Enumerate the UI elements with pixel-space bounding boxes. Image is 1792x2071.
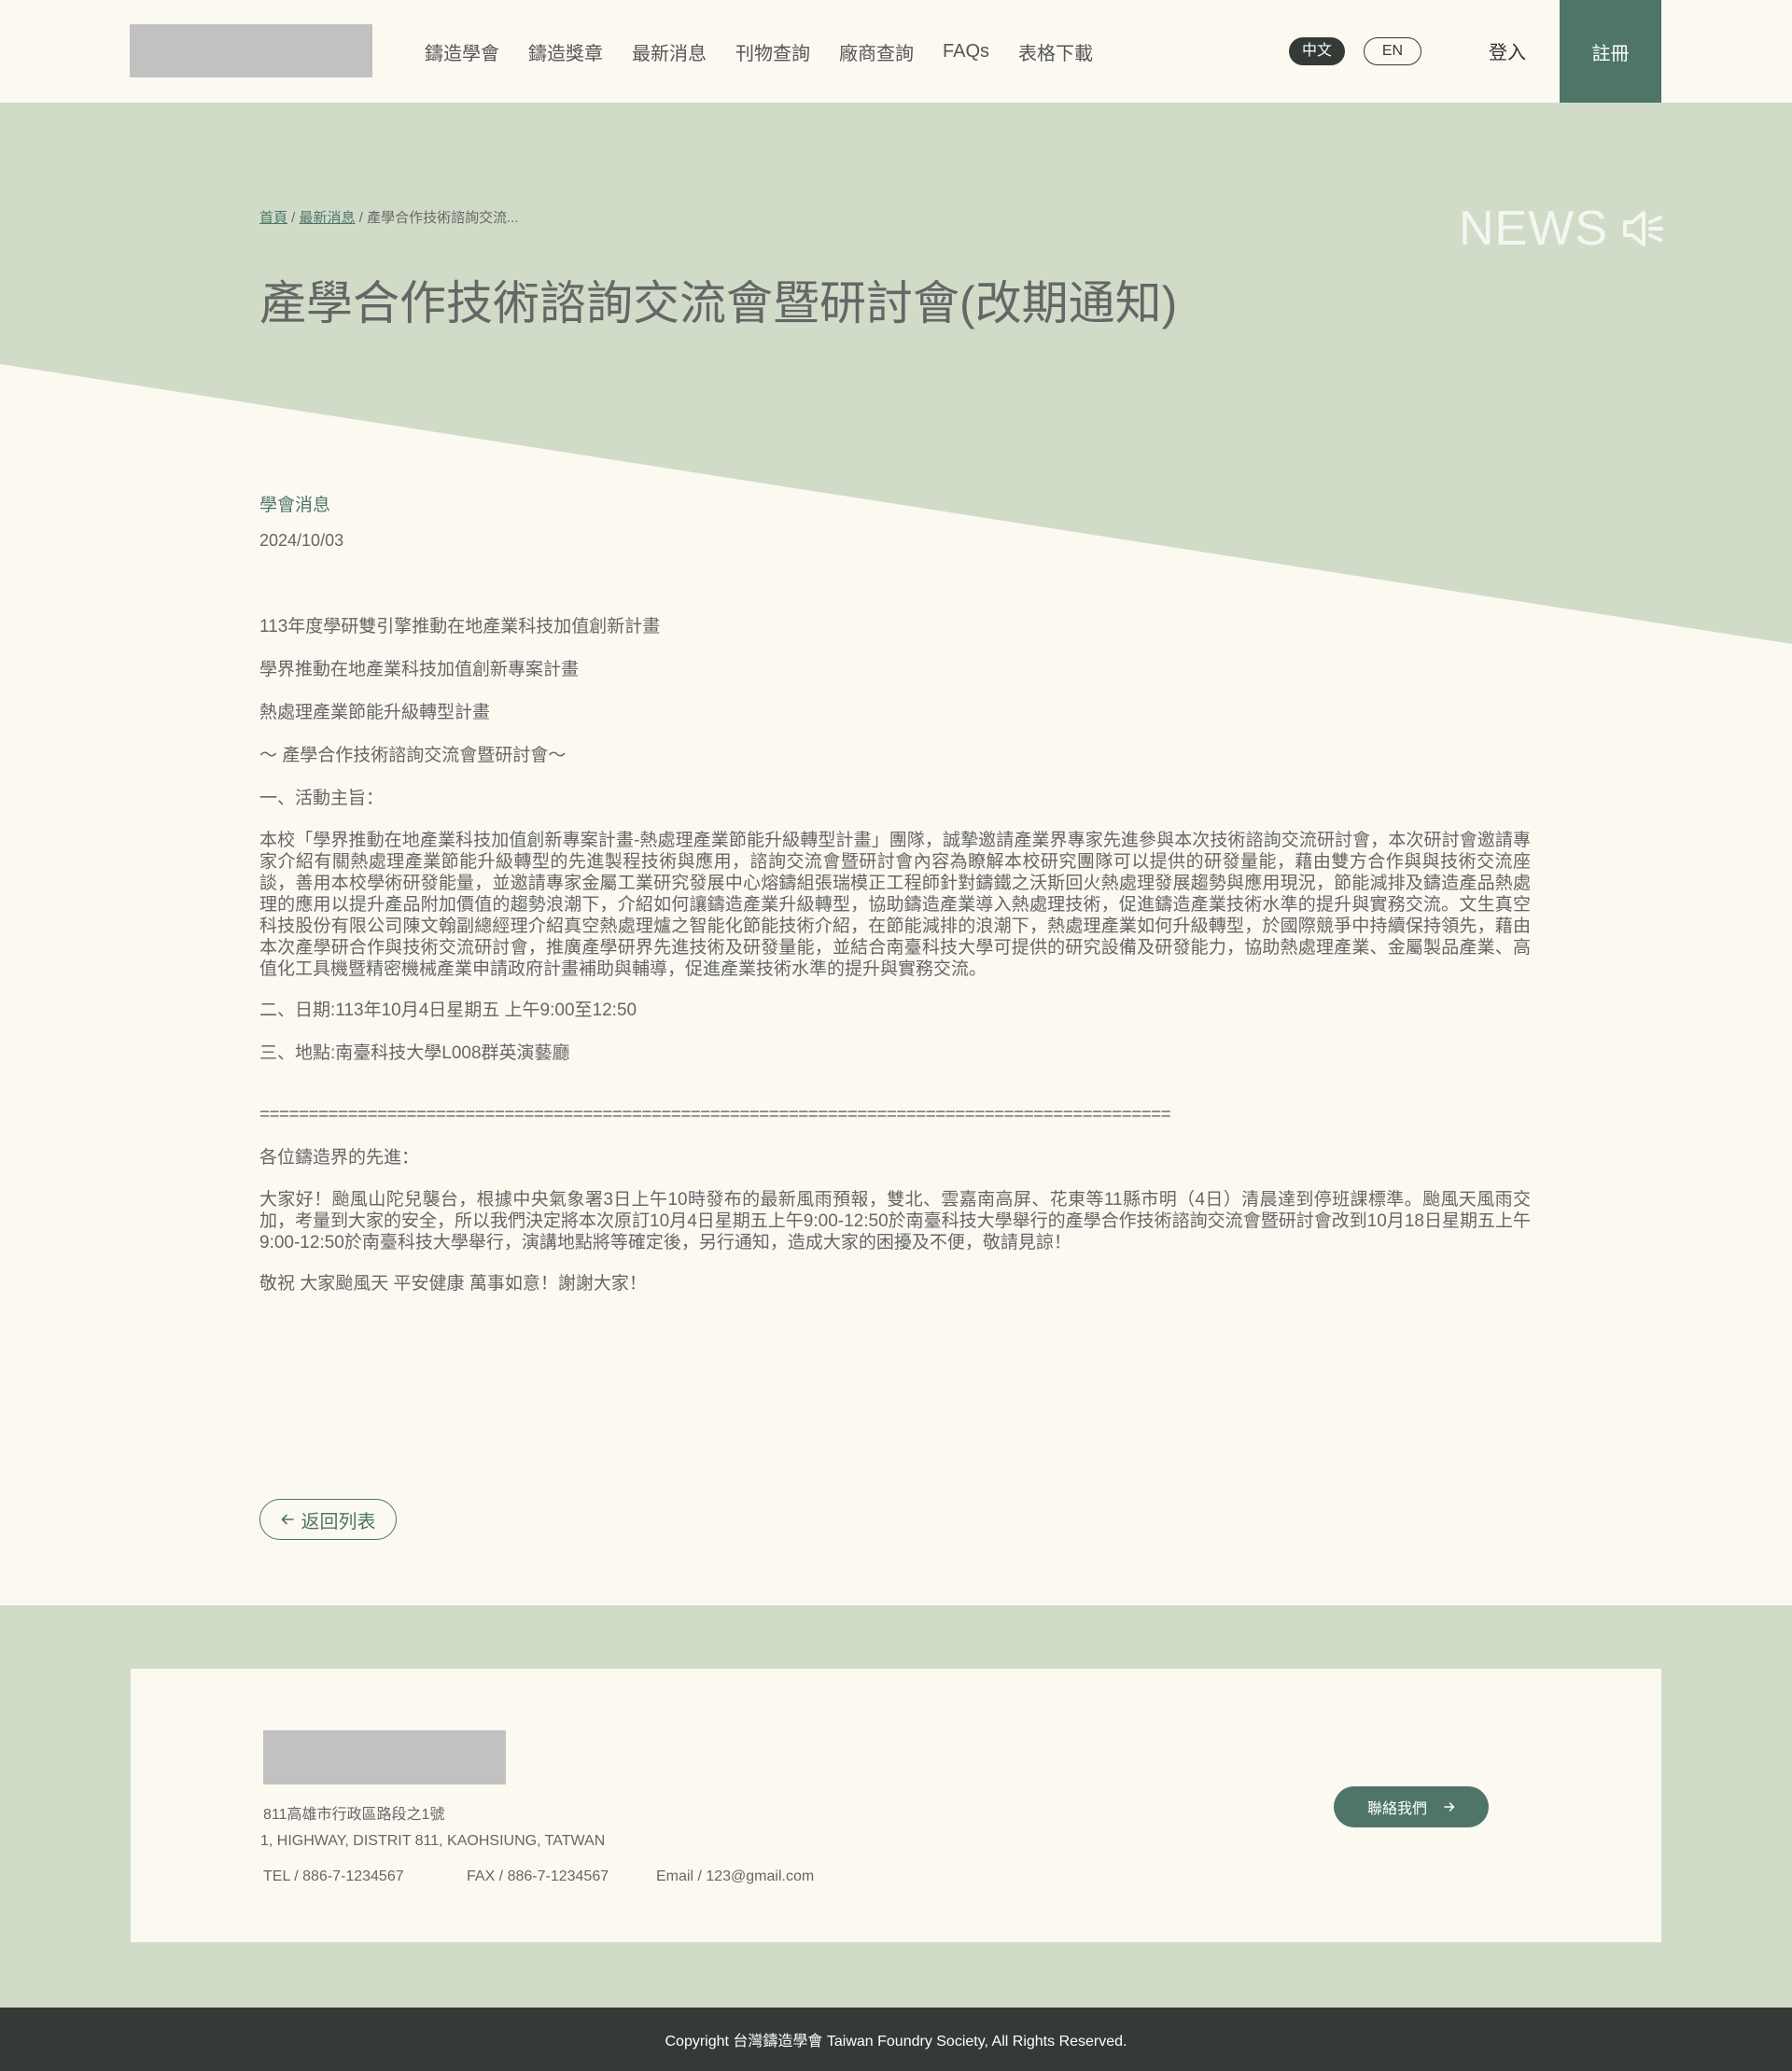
footer-fax: FAX / 886-7-1234567: [467, 1868, 609, 1884]
arrow-right-icon: [1444, 1802, 1455, 1812]
page-title: 產學合作技術諮詢交流會暨研討會(改期通知): [259, 277, 1178, 329]
copyright-bar: Copyright 台灣鑄造學會 Taiwan Foundry Society,…: [0, 2008, 1792, 2071]
nav-item-society[interactable]: 鑄造學會: [425, 38, 499, 65]
article-closing: 敬祝 大家颱風天 平安健康 萬事如意！謝謝大家！: [259, 1274, 647, 1294]
article-line: 113年度學研雙引擎推動在地產業科技加值創新計畫: [259, 617, 661, 637]
footer-card: 811高雄市行政區路段之1號 1, HIGHWAY, DISTRIT 811, …: [131, 1669, 1661, 1942]
arrow-left-icon: [281, 1514, 294, 1525]
article-place-line: 三、地點:南臺科技大學L008群英演藝廳: [259, 1043, 570, 1063]
nav-item-news[interactable]: 最新消息: [632, 38, 707, 65]
article-date: 2024/10/03: [259, 531, 344, 550]
nav-item-forms[interactable]: 表格下載: [1018, 38, 1093, 65]
copyright-text: Copyright 台灣鑄造學會 Taiwan Foundry Society,…: [665, 2034, 1127, 2050]
breadcrumb-separator: /: [287, 210, 300, 226]
footer-email[interactable]: Email / 123@gmail.com: [656, 1868, 814, 1885]
lang-en-button[interactable]: EN: [1364, 37, 1421, 65]
footer-address-en: 1, HIGHWAY, DISTRIT 811, KAOHSIUNG, TATW…: [260, 1833, 606, 1849]
footer-logo[interactable]: [263, 1730, 506, 1784]
breadcrumb-news[interactable]: 最新消息: [300, 210, 356, 226]
article-divider: ========================================…: [259, 1105, 1171, 1125]
article-purpose-paragraph: 本校「學界推動在地產業科技加值創新專案計畫-熱處理產業節能升級轉型計畫」團隊，誠…: [259, 831, 1531, 979]
register-button[interactable]: 註冊: [1560, 0, 1661, 103]
breadcrumb-home[interactable]: 首頁: [259, 210, 287, 226]
article-body: 113年度學研雙引擎推動在地產業科技加值創新計畫 學界推動在地產業科技加值創新專…: [259, 615, 1531, 1315]
news-watermark-text: NEWS: [1459, 202, 1608, 256]
footer-tel: TEL / 886-7-1234567: [263, 1868, 404, 1884]
speaker-mute-icon: [1623, 211, 1663, 246]
contact-us-label: 聯絡我們: [1366, 1801, 1427, 1817]
breadcrumb-current: 產學合作技術諮詢交流...: [367, 210, 519, 226]
article-greeting: 各位鑄造界的先進：: [259, 1148, 420, 1168]
article-line: ～ 產學合作技術諮詢交流會暨研討會～: [259, 746, 567, 765]
contact-us-button[interactable]: 聯絡我們: [1334, 1786, 1489, 1827]
footer-address-zh: 811高雄市行政區路段之1號: [263, 1807, 445, 1823]
article-date-line: 二、日期:113年10月4日星期五 上午9:00至12:50: [259, 1001, 637, 1020]
article-line: 一、活動主旨：: [259, 789, 385, 808]
article-line: 學界推動在地產業科技加值創新專案計畫: [259, 660, 580, 679]
hero-band: [0, 103, 1792, 644]
site-header: 鑄造學會 鑄造獎章 最新消息 刊物查詢 廠商查詢 FAQs 表格下載 中文 EN…: [0, 0, 1792, 103]
breadcrumb: 首頁 / 最新消息 / 產學合作技術諮詢交流...: [259, 207, 519, 227]
nav-item-medal[interactable]: 鑄造獎章: [528, 38, 603, 65]
back-to-list-button[interactable]: 返回列表: [259, 1499, 397, 1540]
nav-item-vendors[interactable]: 廠商查詢: [839, 38, 914, 65]
article-category: 學會消息: [259, 496, 331, 515]
login-link[interactable]: 登入: [1489, 37, 1526, 64]
article-line: 熱處理產業節能升級轉型計畫: [259, 703, 491, 722]
lang-zh-button[interactable]: 中文: [1289, 37, 1345, 65]
nav-item-publications[interactable]: 刊物查詢: [735, 38, 810, 65]
back-to-list-label: 返回列表: [301, 1511, 376, 1532]
news-watermark: NEWS: [1459, 201, 1664, 257]
article-notice-paragraph: 大家好！颱風山陀兒襲台，根據中央氣象署3日上午10時發布的最新風雨預報，雙北、雲…: [259, 1190, 1531, 1252]
main-nav: 鑄造學會 鑄造獎章 最新消息 刊物查詢 廠商查詢 FAQs 表格下載: [425, 0, 1093, 103]
breadcrumb-separator: /: [355, 210, 368, 226]
site-logo[interactable]: [130, 24, 372, 77]
nav-item-faqs[interactable]: FAQs: [943, 41, 989, 63]
